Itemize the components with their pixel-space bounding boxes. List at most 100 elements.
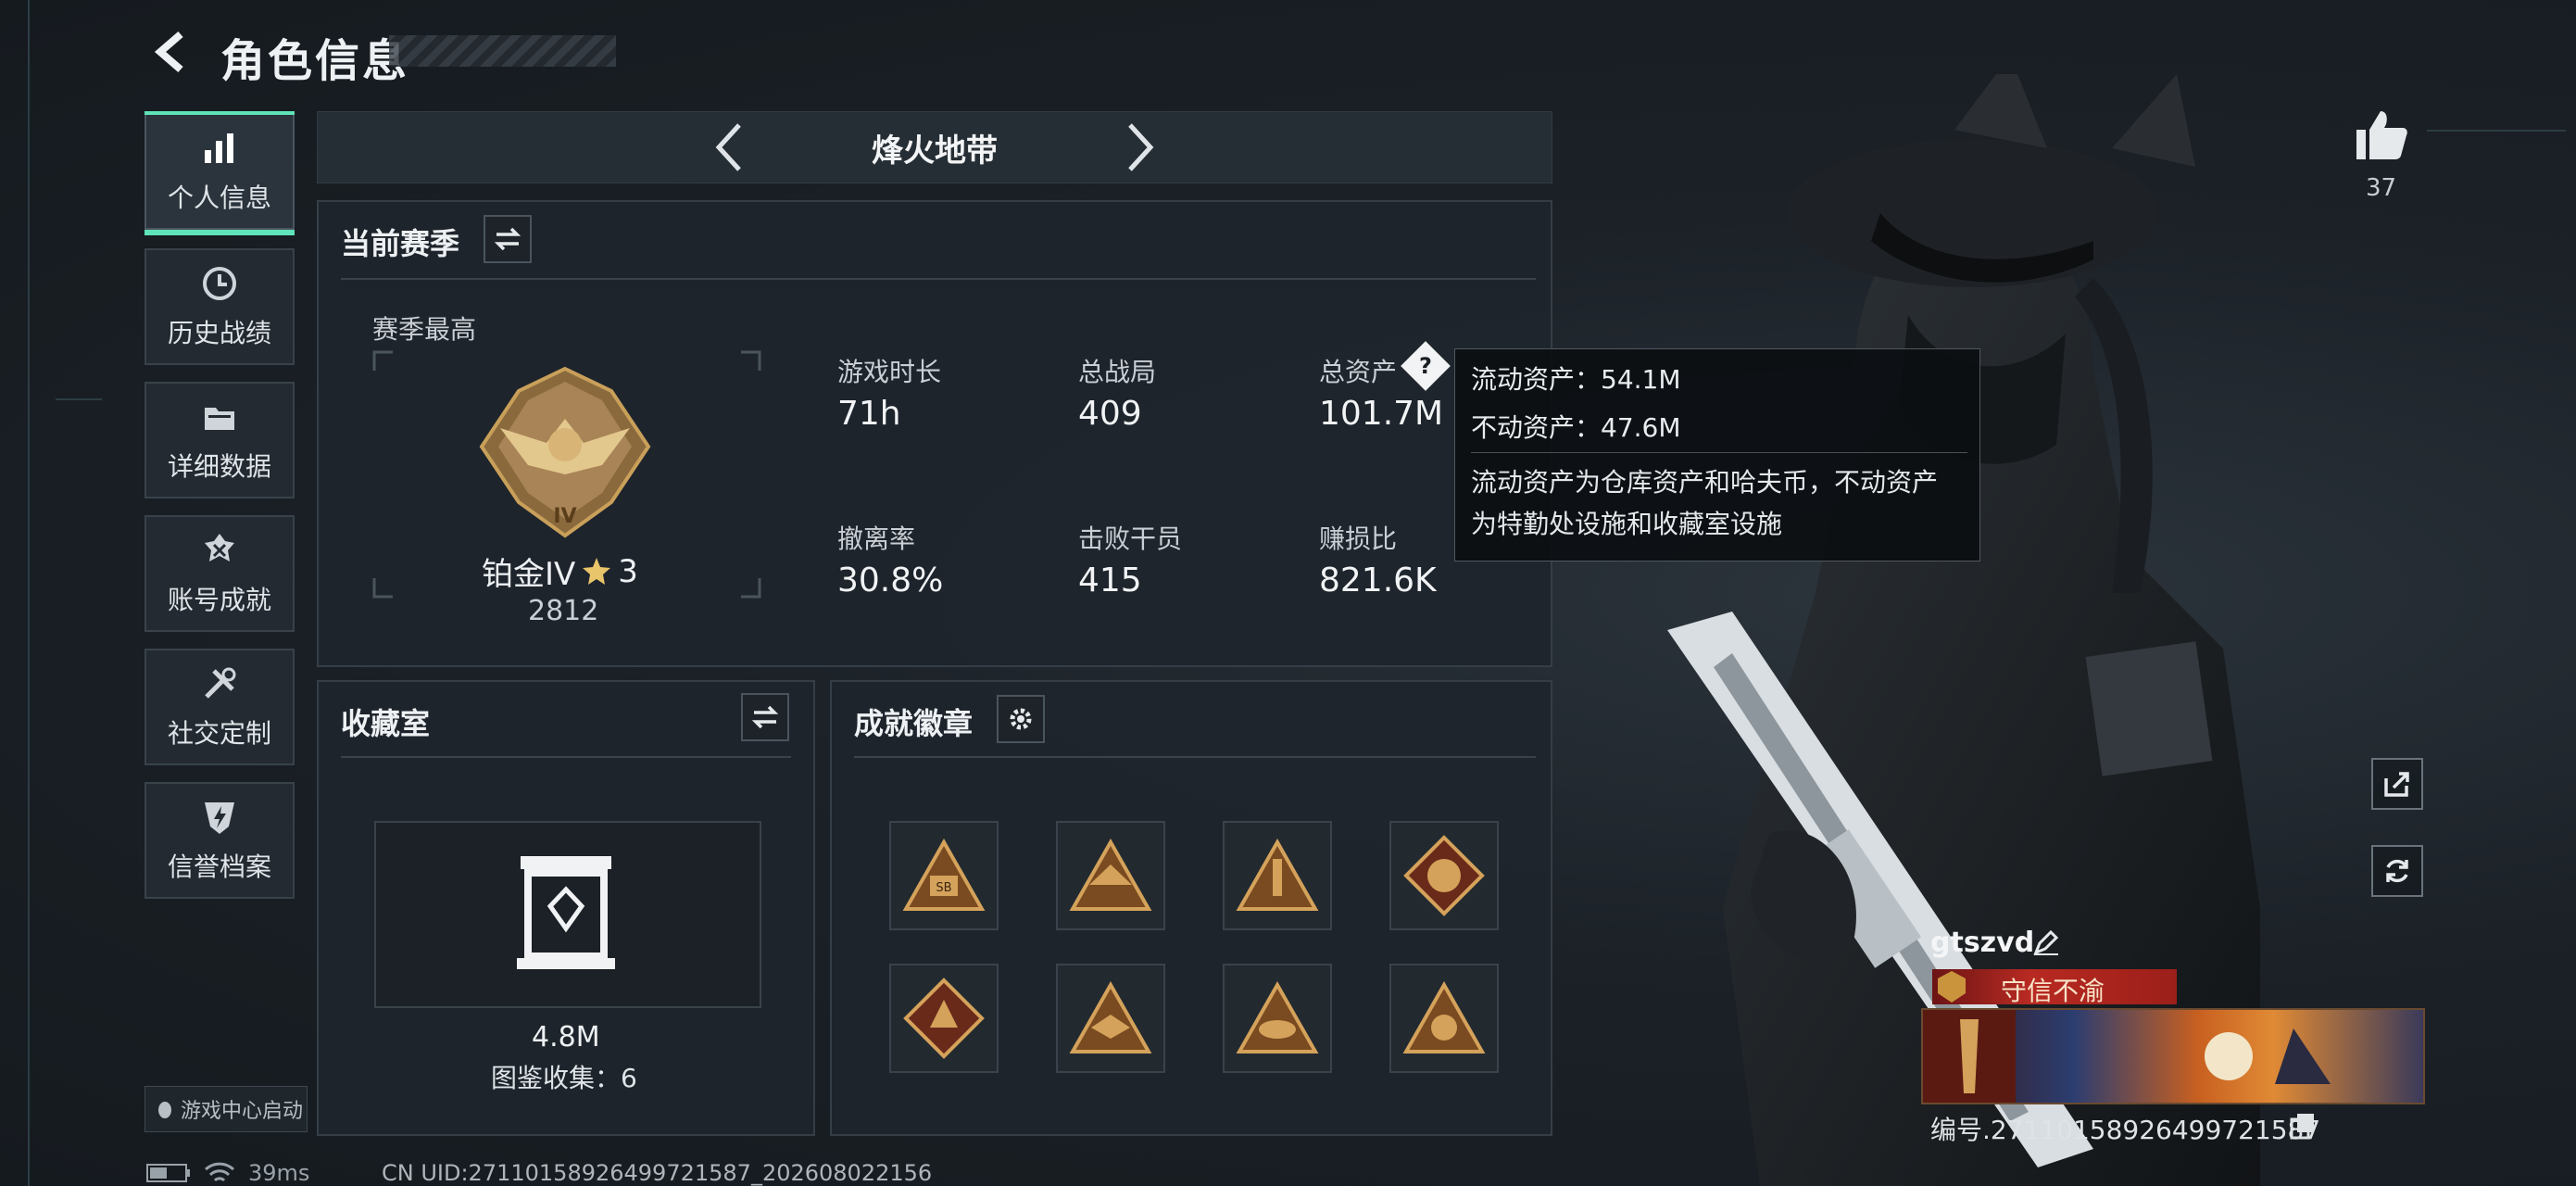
clock-icon [199, 263, 240, 304]
divider [341, 278, 1536, 280]
edit-icon [2033, 929, 2059, 955]
ping-text: 39ms [248, 1160, 310, 1186]
nav-label: 信誉档案 [167, 852, 271, 882]
rank-emblem-text: IV [553, 505, 576, 528]
achievement-badge[interactable] [1056, 964, 1165, 1073]
divider [1471, 452, 1967, 453]
player-tag: 守信不渝 [2001, 976, 2105, 1006]
star-icon [583, 557, 611, 585]
wifi-icon [204, 1162, 235, 1182]
nav-item-history[interactable]: 历史战绩 [145, 248, 295, 365]
achievement-badge[interactable] [1223, 964, 1332, 1073]
bar-chart-icon [199, 128, 240, 169]
share-icon [2384, 772, 2409, 797]
collection-switch-button[interactable] [741, 693, 789, 741]
thumbs-up-icon [2356, 111, 2407, 159]
nav-label: 账号成就 [167, 585, 271, 615]
tooltip-description: 流动资产为仓库资产和哈夫币，不动资产为特勤处设施和收藏室设施 [1471, 467, 1939, 539]
chevron-left-icon [715, 123, 741, 171]
rank-score: 2812 [528, 595, 599, 627]
achievements-settings-button[interactable] [997, 695, 1045, 743]
nav-item-detail-data[interactable]: 详细数据 [145, 382, 295, 498]
back-button[interactable] [148, 28, 196, 76]
banner-art [1923, 1010, 2331, 1103]
stat-value: 409 [1078, 395, 1142, 433]
like-count: 37 [2366, 174, 2397, 202]
badge-rocket-icon [1236, 839, 1319, 911]
uid-text: CN UID:27110158926499721587_202608022156 [382, 1160, 933, 1186]
display-case-icon [517, 856, 615, 969]
collection-value: 4.8M [532, 1021, 600, 1054]
like-button[interactable] [2353, 107, 2410, 165]
stat-value: 30.8% [837, 561, 944, 599]
achievement-badge[interactable] [1223, 821, 1332, 930]
stat-label: 撤离率 [837, 524, 916, 554]
season-best-label: 赛季最高 [372, 314, 477, 345]
nav-item-credit[interactable]: 信誉档案 [145, 782, 295, 899]
mode-next-button[interactable] [1112, 119, 1167, 176]
tooltip-liquid: 流动资产：54.1M [1471, 364, 1681, 395]
stat-value: 415 [1078, 561, 1142, 599]
tag-emblem-icon [1938, 971, 1966, 1003]
deco-line [28, 0, 30, 1186]
nav-label: 社交定制 [167, 718, 271, 749]
badge-sb-icon: SB [902, 839, 986, 911]
stat-value: 101.7M [1319, 395, 1444, 433]
status-bar: 39ms [146, 1160, 309, 1186]
stat-label: 赚损比 [1319, 524, 1398, 554]
nav-label: 详细数据 [167, 451, 271, 482]
battery-icon [146, 1164, 190, 1182]
stat-value: 71h [837, 395, 901, 433]
badge-wolf-icon [1403, 835, 1485, 916]
refresh-icon [2386, 859, 2408, 883]
badge-bear-icon [1402, 981, 1486, 1054]
refresh-button[interactable] [2371, 845, 2423, 897]
chevron-right-icon [1128, 123, 1154, 171]
tooltip-fixed: 不动资产：47.6M [1471, 412, 1681, 443]
badge-helmet-icon [1069, 839, 1152, 911]
stat-label: 总战局 [1078, 357, 1157, 387]
svg-text:SB: SB [936, 881, 951, 895]
share-button[interactable] [2371, 758, 2423, 810]
player-banner[interactable] [1921, 1008, 2425, 1104]
tools-icon [199, 663, 240, 704]
achievement-badge[interactable] [1389, 821, 1499, 930]
player-card-uid: 编号.27110158926499721587 [1930, 1115, 2321, 1145]
question-icon: ? [1419, 352, 1432, 379]
deco-line [2427, 130, 2566, 132]
stat-value: 821.6K [1319, 561, 1437, 599]
achievement-badge[interactable] [1389, 964, 1499, 1073]
game-center-button[interactable]: 游戏中心启动 [145, 1086, 308, 1132]
achievement-badge[interactable] [889, 964, 999, 1073]
collection-catalog: 图鉴收集：6 [491, 1063, 637, 1093]
edit-name-button[interactable] [2032, 928, 2060, 960]
game-center-label: 游戏中心启动 [181, 1100, 304, 1123]
stat-label: 击败干员 [1078, 524, 1183, 554]
medal-icon [199, 530, 240, 571]
back-arrow-icon [154, 31, 183, 73]
stat-label: 总资产 [1319, 357, 1398, 387]
divider [854, 756, 1536, 758]
player-name: gtszvd [1930, 927, 2035, 959]
season-switch-button[interactable] [484, 215, 532, 263]
mode-title: 烽火地带 [872, 132, 998, 170]
season-title: 当前赛季 [341, 226, 460, 261]
gear-icon [1010, 708, 1032, 730]
folder-icon [199, 397, 240, 437]
mode-prev-button[interactable] [702, 119, 758, 176]
achievements-title: 成就徽章 [854, 706, 974, 741]
penguin-icon [158, 1102, 171, 1118]
collection-title: 收藏室 [341, 706, 431, 741]
stat-label: 游戏时长 [837, 357, 942, 387]
divider [341, 756, 791, 758]
nav-item-achievements[interactable]: 账号成就 [145, 515, 295, 632]
rank-name: 铂金IV [482, 556, 576, 593]
page-title: 角色信息 [220, 35, 410, 87]
nav-item-personal-info[interactable]: 个人信息 [145, 111, 295, 235]
achievement-badge[interactable] [1056, 821, 1165, 930]
nav-item-social[interactable]: 社交定制 [145, 649, 295, 765]
copy-icon[interactable] [2290, 1112, 2316, 1140]
achievement-badge[interactable]: SB [889, 821, 999, 930]
rank-name-row: 铂金IV 3 [482, 549, 638, 594]
shield-icon [199, 797, 240, 838]
